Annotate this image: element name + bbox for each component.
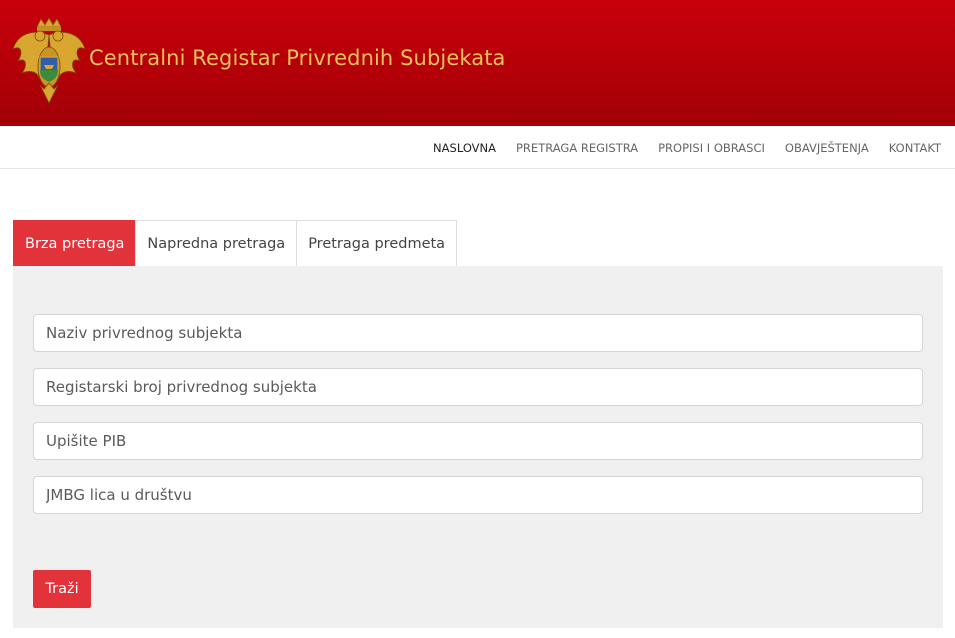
registration-number-input[interactable]	[33, 368, 923, 406]
pib-input[interactable]	[33, 422, 923, 460]
search-panel: Traži	[13, 266, 943, 628]
company-name-input[interactable]	[33, 314, 923, 352]
nav-item-obavjestenja[interactable]: OBAVJEŠTENJA	[775, 141, 879, 155]
nav-item-propisi-i-obrasci[interactable]: PROPISI I OBRASCI	[648, 141, 775, 155]
search-tabs: Brza pretraga Napredna pretraga Pretraga…	[13, 220, 458, 266]
nav-item-pretraga-registra[interactable]: PRETRAGA REGISTRA	[506, 141, 648, 155]
montenegro-coat-of-arms-icon[interactable]	[10, 17, 88, 105]
tab-pretraga-predmeta[interactable]: Pretraga predmeta	[296, 220, 458, 266]
nav-item-naslovna[interactable]: NASLOVNA	[423, 141, 506, 155]
tab-brza-pretraga[interactable]: Brza pretraga	[13, 220, 137, 266]
main-navigation: NASLOVNA PRETRAGA REGISTRA PROPISI I OBR…	[0, 126, 955, 169]
nav-item-kontakt[interactable]: KONTAKT	[879, 141, 951, 155]
tab-napredna-pretraga[interactable]: Napredna pretraga	[135, 220, 298, 266]
search-button[interactable]: Traži	[33, 570, 91, 608]
site-title: Centralni Registar Privrednih Subjekata	[89, 46, 506, 70]
jmbg-input[interactable]	[33, 476, 923, 514]
site-header: Centralni Registar Privrednih Subjekata	[0, 0, 955, 126]
